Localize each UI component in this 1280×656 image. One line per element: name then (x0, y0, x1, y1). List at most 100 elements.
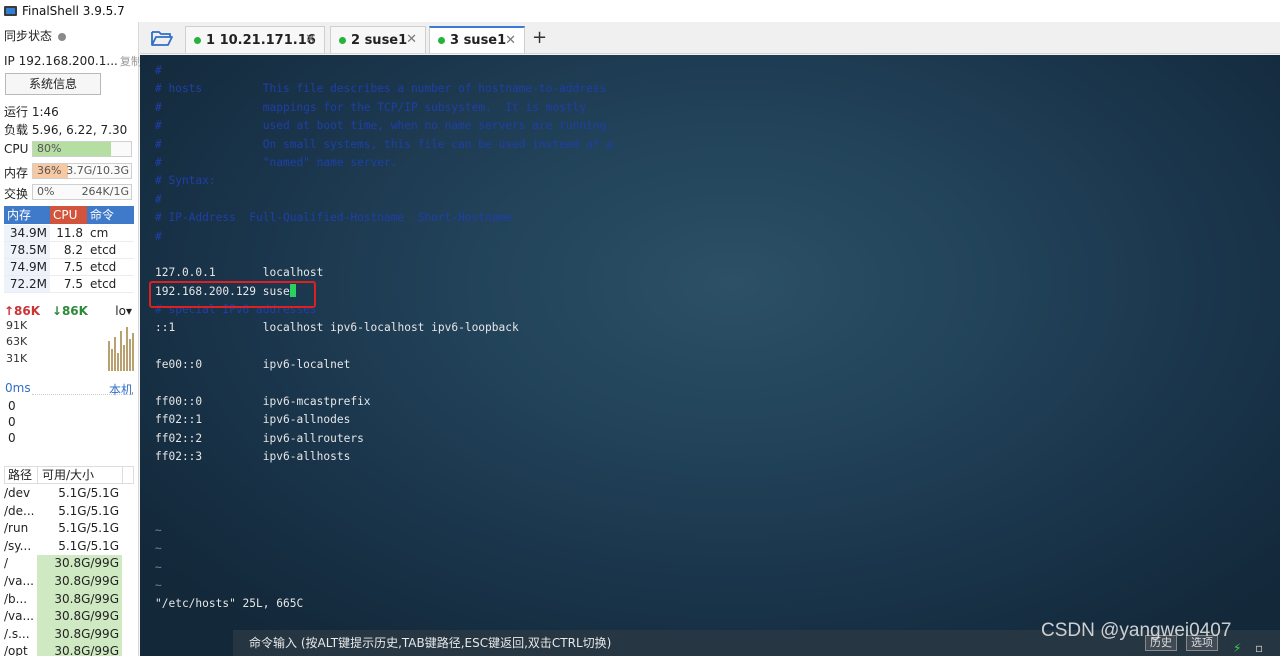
network-header: ↑86K ↓86K lo▾ (4, 304, 134, 318)
process-mem: 34.9M (4, 225, 50, 241)
terminal-line-text: ~ (155, 578, 162, 592)
add-tab-icon[interactable]: + (532, 27, 547, 48)
terminal-line-text: ~ (155, 542, 162, 556)
terminal-line: # (155, 228, 613, 246)
chevron-down-icon: ▾ (125, 304, 132, 318)
disk-size: 30.8G/99G (37, 625, 122, 644)
terminal-line: # mappings for the TCP/IP subsystem. It … (155, 99, 613, 117)
table-row[interactable]: /va... 30.8G/99G (4, 608, 134, 626)
terminal-line: # (155, 191, 613, 209)
disk-path: /de... (4, 503, 35, 518)
table-row[interactable]: 74.9M 7.5 etcd (4, 259, 134, 276)
process-cpu: 7.5 (63, 260, 83, 274)
terminal-line-text: ff02::1 ipv6-allnodes (155, 413, 351, 427)
memory-label: 内存 (4, 166, 29, 180)
memory-extra: 3.7G/10.3G (66, 164, 129, 177)
terminal-line: # Syntax: (155, 172, 613, 190)
swap-label: 交换 (4, 187, 29, 201)
latency-label: 0ms (5, 381, 31, 395)
table-row[interactable]: /va... 30.8G/99G (4, 572, 134, 591)
uptime-label: 运行 1:46 (4, 105, 59, 119)
ip-row: IP 192.168.200.1... 复制 (4, 53, 142, 69)
annotation-highlight-box (149, 281, 316, 308)
latency-value: 0 (8, 431, 16, 445)
cpu-label: CPU (4, 142, 29, 156)
process-header-cpu[interactable]: CPU (50, 206, 87, 224)
close-icon[interactable]: ✕ (505, 33, 516, 48)
process-cpu: 8.2 (63, 243, 83, 257)
terminal-line-text: 127.0.0.1 localhost (155, 266, 324, 280)
process-cmd: cm (90, 226, 109, 240)
process-mem: 74.9M (4, 259, 50, 275)
cpu-percent: 80% (37, 142, 62, 155)
disk-path: /run (4, 521, 29, 536)
network-axis-label: 31K (6, 352, 28, 365)
disk-size: 30.8G/99G (37, 643, 122, 656)
process-header-command[interactable]: 命令 (87, 206, 134, 224)
terminal-line: ff02::2 ipv6-allrouters (155, 430, 613, 448)
terminal-line: ::1 localhost ipv6-localhost ipv6-loopba… (155, 319, 613, 337)
disk-path: /b... (4, 591, 28, 606)
connected-dot-icon (194, 36, 201, 44)
lightning-icon[interactable]: ⚡ (1233, 635, 1241, 656)
table-row[interactable]: /.s... 30.8G/99G (4, 625, 134, 644)
disk-path: /va... (4, 573, 34, 588)
table-row[interactable]: 72.2M 7.5 etcd (4, 276, 134, 293)
terminal-line: ~ (155, 577, 613, 595)
title-bar: FinalShell 3.9.5.7 (0, 0, 1280, 22)
disk-size: 5.1G/5.1G (58, 486, 119, 500)
terminal-line: # (155, 62, 613, 80)
terminal-line: fe00::0 ipv6-localnet (155, 356, 613, 374)
tab-session-2[interactable]: 2 suse1 ✕ (330, 26, 426, 53)
disk-size: 5.1G/5.1G (58, 503, 119, 518)
tab-label: 2 suse1 (351, 32, 408, 48)
app-logo-icon (4, 5, 17, 18)
copy-ip-button[interactable]: 复制 (120, 55, 142, 68)
terminal-line-text: fe00::0 ipv6-localnet (155, 358, 351, 372)
sync-status-dot-icon (58, 32, 67, 41)
process-cpu: 7.5 (63, 277, 83, 291)
table-row[interactable]: /de... 5.1G/5.1G (4, 503, 134, 521)
disk-header-path[interactable]: 路径 (5, 467, 38, 483)
tab-session-1[interactable]: 1 10.21.171.16 ✕ (185, 26, 325, 53)
process-header-memory[interactable]: 内存 (4, 206, 50, 224)
disk-path: / (4, 556, 9, 571)
terminal[interactable]: # # hosts This file describes a number of… (140, 55, 1280, 656)
disk-path: /va... (4, 609, 34, 624)
connected-dot-icon (438, 37, 445, 44)
system-info-button[interactable]: 系统信息 (5, 73, 101, 95)
table-row[interactable]: / 30.8G/99G (4, 555, 134, 573)
table-row[interactable]: 34.9M 11.8 cm (4, 225, 134, 242)
latency-values: 0 0 0 (8, 398, 16, 446)
terminal-line-text: "/etc/hosts" 25L, 665C (155, 597, 304, 611)
folder-open-icon[interactable] (151, 29, 173, 47)
tab-session-3[interactable]: 3 suse1 ✕ (429, 26, 525, 53)
terminal-line: # On small systems, this file can be use… (155, 136, 613, 154)
table-row[interactable]: /sy... 5.1G/5.1G (4, 538, 134, 556)
terminal-line-text: # hosts This file describes a number of … (155, 82, 607, 96)
close-icon[interactable]: ✕ (305, 32, 316, 47)
disk-table: /dev 5.1G/5.1G /de... 5.1G/5.1G /run 5.1G/5… (4, 485, 134, 656)
disk-header-size[interactable]: 可用/大小 (38, 467, 123, 483)
network-interface-label: lo (115, 304, 126, 318)
close-icon[interactable]: ✕ (406, 32, 417, 47)
disk-path: /opt (4, 644, 28, 656)
table-row[interactable]: 78.5M 8.2 etcd (4, 242, 134, 259)
table-row[interactable]: /dev 5.1G/5.1G (4, 485, 134, 503)
table-row[interactable]: /run 5.1G/5.1G (4, 520, 134, 538)
window-icon[interactable]: ▫ (1255, 635, 1263, 656)
terminal-line: # IP-Address Full-Qualified-Hostname Sho… (155, 209, 613, 227)
sync-status-label: 同步状态 (4, 29, 53, 43)
terminal-line-text: # (155, 64, 162, 77)
process-cpu: 11.8 (56, 226, 83, 240)
disk-path: /.s... (4, 626, 30, 641)
latency-value: 0 (8, 415, 16, 429)
network-interface-select[interactable]: lo▾ (115, 304, 132, 318)
terminal-line-text: # (155, 229, 162, 243)
disk-size: 30.8G/99G (37, 555, 122, 573)
terminal-line-text: # On small systems, this file can be use… (155, 137, 614, 151)
table-row[interactable]: /b... 30.8G/99G (4, 590, 134, 609)
table-row[interactable]: /opt 30.8G/99G (4, 643, 134, 656)
